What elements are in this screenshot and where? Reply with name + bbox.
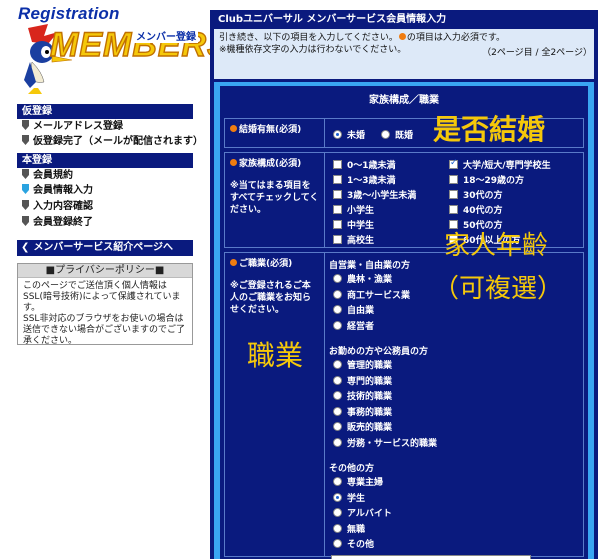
family-composition-note: ※当てはまる項目をすべてチェックしてください。 xyxy=(230,181,319,215)
family-composition-label: 家族構成(必須) ※当てはまる項目をすべてチェックしてください。 xyxy=(225,153,325,247)
sidebar-item-email-registration: メールアドレス登録 xyxy=(22,120,123,134)
radio-icon[interactable] xyxy=(333,391,342,400)
occupation-radio-option[interactable]: 専門的職業 xyxy=(333,374,392,387)
sidebar-item-terms: 会員規約 xyxy=(22,169,73,183)
current-step-marker-icon xyxy=(22,184,29,194)
occupation-radio-option[interactable]: 販売的職業 xyxy=(333,420,392,433)
family-checkbox-option[interactable]: 1〜3歳未満 xyxy=(333,173,396,186)
required-dot-icon xyxy=(230,259,237,266)
sidebar-item-member-info: 会員情報入力 xyxy=(22,184,93,198)
checkbox-icon[interactable] xyxy=(449,190,458,199)
step-marker-icon xyxy=(22,120,29,130)
member-service-intro-link[interactable]: ❮ メンバーサービス紹介ページへ xyxy=(17,240,193,256)
checkbox-icon[interactable] xyxy=(449,175,458,184)
family-checkbox-option[interactable]: 3歳〜小学生未満 xyxy=(333,188,416,201)
occupation-radio-option[interactable]: その他 xyxy=(333,537,374,550)
step-marker-icon xyxy=(22,216,29,226)
occupation-radio-option[interactable]: 管理的職業 xyxy=(333,358,392,371)
occupation-group-title: その他の方 xyxy=(329,464,375,474)
family-checkbox-option[interactable]: 30代の方 xyxy=(449,188,503,201)
family-checkbox-option[interactable]: 大学/短大/専門学校生 xyxy=(449,158,551,171)
step-marker-icon xyxy=(22,200,29,210)
checkbox-icon[interactable] xyxy=(333,160,342,169)
occupation-radio-option[interactable]: アルバイト xyxy=(333,506,392,519)
occupation-radio-option[interactable]: 経営者 xyxy=(333,319,374,332)
privacy-policy-box: ■プライバシーポリシー■ このページでご送信頂く個人情報はSSL(暗号技術)によ… xyxy=(17,263,193,346)
checkbox-checked-icon[interactable] xyxy=(449,158,458,169)
checkbox-icon[interactable] xyxy=(449,205,458,214)
occupation-radio-option[interactable]: 無職 xyxy=(333,522,365,535)
step-marker-icon xyxy=(22,169,29,179)
radio-icon[interactable] xyxy=(333,360,342,369)
logo-registration-text: Registration xyxy=(18,4,120,23)
page-indicator: （2ページ目 / 全2ページ） xyxy=(482,48,592,58)
family-checkbox-option[interactable]: 小学生 xyxy=(333,203,374,216)
radio-married[interactable]: 既婚 xyxy=(381,128,413,141)
occupation-group-title: 自営業・自由業の方 xyxy=(329,261,411,271)
radio-icon[interactable] xyxy=(333,477,342,486)
occupation-radio-option[interactable]: 農林・漁業 xyxy=(333,272,392,285)
sidebar-item-complete: 会員登録終了 xyxy=(22,216,93,230)
radio-icon[interactable] xyxy=(333,406,342,416)
occupation-radio-option[interactable]: 商工サービス業 xyxy=(333,288,410,301)
occupation-radio-option[interactable]: 自由業 xyxy=(333,303,374,316)
family-checkbox-option[interactable]: 18〜29歳の方 xyxy=(449,173,524,186)
privacy-policy-text: このページでご送信頂く個人情報はSSL(暗号技術)によって保護されています。 S… xyxy=(23,281,186,346)
required-dot-icon xyxy=(398,33,406,40)
occupation-note: ※ご登録されるご本人のご職業をお知らせください。 xyxy=(230,281,312,315)
annotation-married: 是否結婚 xyxy=(433,113,546,146)
radio-icon[interactable] xyxy=(333,508,342,517)
family-checkbox-option[interactable]: 中学生 xyxy=(333,218,374,231)
family-checkbox-option[interactable]: 高校生 xyxy=(333,233,374,246)
radio-icon[interactable] xyxy=(333,422,342,431)
radio-icon[interactable] xyxy=(333,305,342,314)
sidebar-item-provisional-complete: 仮登録完了（メールが配信されます） xyxy=(22,135,203,149)
other-occupation-input[interactable] xyxy=(331,554,531,559)
sidebar-item-confirm: 入力内容確認 xyxy=(22,200,93,214)
radio-icon[interactable] xyxy=(381,130,390,139)
form-body: 家族構成／職業 結婚有無(必須) 未婚 既婚 家族構成(必須) ※当てはまる項目… xyxy=(220,86,588,559)
radio-icon[interactable] xyxy=(333,274,342,283)
radio-selected-icon[interactable] xyxy=(333,130,342,139)
radio-selected-icon[interactable] xyxy=(333,492,342,502)
radio-icon[interactable] xyxy=(333,437,342,447)
checkbox-icon[interactable] xyxy=(333,205,342,214)
radio-icon[interactable] xyxy=(333,375,342,385)
occupation-group-title: お勤めの方や公務員の方 xyxy=(329,347,429,357)
checkbox-icon[interactable] xyxy=(333,235,342,244)
radio-icon[interactable] xyxy=(333,539,342,548)
checkbox-icon[interactable] xyxy=(333,220,342,229)
radio-icon[interactable] xyxy=(333,289,342,299)
occupation-label: ご職業(必須) ※ご登録されるご本人のご職業をお知らせください。 xyxy=(225,253,325,556)
annotation-occupation: 職業 xyxy=(247,339,304,372)
site-logo: Registration MEMBERS メンバー登録 xyxy=(12,4,230,96)
checkbox-icon[interactable] xyxy=(333,190,342,199)
family-checkbox-option[interactable]: 40代の方 xyxy=(449,203,503,216)
radio-icon[interactable] xyxy=(333,320,342,330)
occupation-radio-option[interactable]: 事務的職業 xyxy=(333,405,392,418)
page-title: Clubユニバーサル メンバーサービス会員情報入力 xyxy=(218,14,447,25)
required-dot-icon xyxy=(230,159,237,166)
form-frame: 家族構成／職業 結婚有無(必須) 未婚 既婚 家族構成(必須) ※当てはまる項目… xyxy=(214,82,594,559)
occupation-radio-option[interactable]: 専業主婦 xyxy=(333,475,383,488)
step-marker-icon xyxy=(22,135,29,145)
privacy-policy-title: ■プライバシーポリシー■ xyxy=(18,264,192,278)
sidebar-section-provisional: 仮登録 xyxy=(17,104,193,119)
required-dot-icon xyxy=(230,125,237,132)
occupation-radio-option[interactable]: 学生 xyxy=(333,491,365,504)
checkbox-icon[interactable] xyxy=(333,175,342,184)
annotation-multi-select: （可複選） xyxy=(433,274,564,304)
annotation-family-age: 家人年齡 xyxy=(444,231,549,261)
occupation-radio-option[interactable]: 労務・サービス的職業 xyxy=(333,436,437,449)
family-checkbox-option[interactable]: 0〜1歳未満 xyxy=(333,158,396,171)
occupation-radio-option[interactable]: 技術的職業 xyxy=(333,389,392,402)
sidebar-section-full: 本登録 xyxy=(17,153,193,168)
marital-status-label: 結婚有無(必須) xyxy=(225,119,325,147)
logo-subtitle: メンバー登録 xyxy=(134,28,198,43)
radio-icon[interactable] xyxy=(333,523,342,533)
chevron-left-icon: ❮ xyxy=(21,242,30,253)
radio-unmarried[interactable]: 未婚 xyxy=(333,128,365,141)
